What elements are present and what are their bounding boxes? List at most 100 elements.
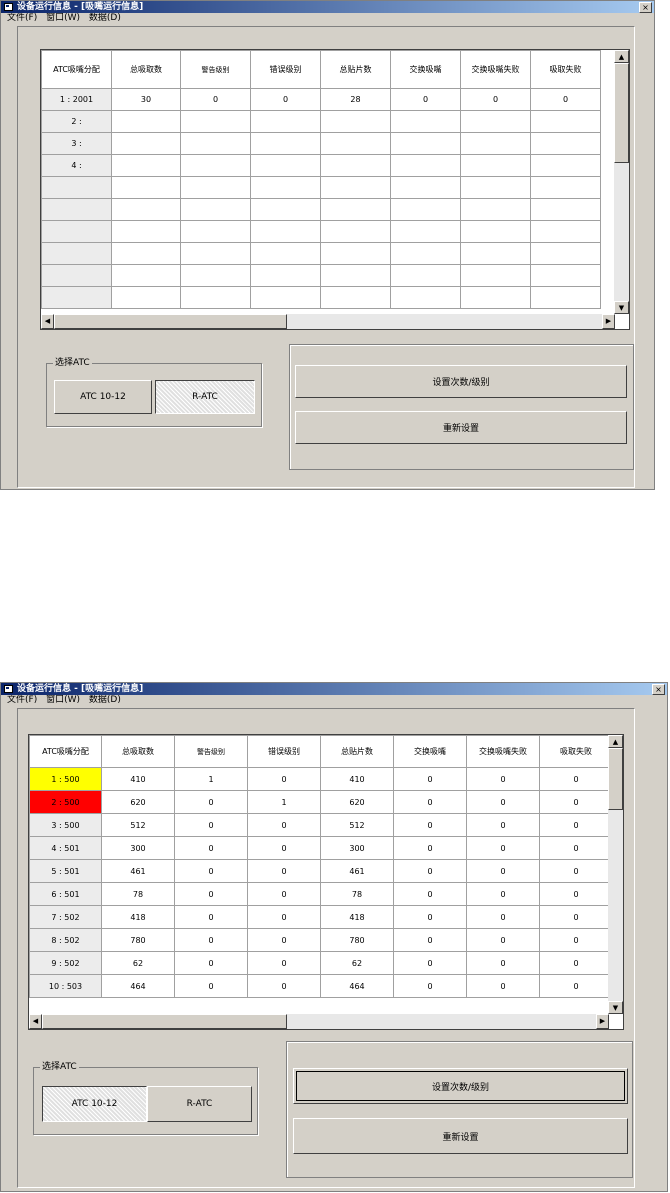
set-count-level-button[interactable]: 设置次数/级别 bbox=[293, 1068, 628, 1104]
table-cell[interactable]: 0 bbox=[247, 767, 321, 791]
nozzle-grid[interactable]: ATC吸嘴分配 总吸取数 警告级别 错误级别 总贴片数 交换吸嘴 交换吸嘴失败 吸取失败 1 :… bbox=[28, 734, 624, 1030]
table-cell[interactable]: 28 bbox=[320, 88, 391, 111]
row-header-cell[interactable] bbox=[41, 286, 112, 309]
menu-data[interactable]: 数据(D) bbox=[89, 695, 121, 705]
nozzle-grid[interactable]: ATC吸嘴分配 总吸取数 警告级别 错误级别 总贴片数 交换吸嘴 交换吸嘴失败 吸取失败 1 :… bbox=[40, 49, 630, 330]
table-cell[interactable] bbox=[460, 264, 531, 287]
table-cell[interactable]: 464 bbox=[320, 974, 394, 998]
table-cell[interactable] bbox=[250, 220, 321, 243]
horizontal-scrollbar[interactable]: ◀ ▶ bbox=[41, 314, 615, 329]
table-cell[interactable] bbox=[460, 242, 531, 265]
table-cell[interactable]: 0 bbox=[393, 905, 467, 929]
table-cell[interactable]: 0 bbox=[466, 905, 540, 929]
table-cell[interactable] bbox=[111, 176, 181, 199]
table-cell[interactable] bbox=[530, 286, 601, 309]
table-cell[interactable]: 0 bbox=[539, 813, 613, 837]
table-cell[interactable] bbox=[530, 220, 601, 243]
table-cell[interactable]: 62 bbox=[320, 951, 394, 975]
table-cell[interactable]: 0 bbox=[174, 859, 248, 883]
table-cell[interactable]: 0 bbox=[390, 88, 461, 111]
atc-10-12-button[interactable]: ATC 10-12 bbox=[54, 380, 152, 414]
table-cell[interactable] bbox=[390, 198, 461, 221]
scroll-right-icon[interactable]: ▶ bbox=[602, 314, 615, 329]
table-cell[interactable] bbox=[320, 264, 391, 287]
table-cell[interactable] bbox=[250, 110, 321, 133]
table-cell[interactable]: 620 bbox=[101, 790, 175, 814]
table-cell[interactable] bbox=[111, 286, 181, 309]
table-cell[interactable]: 461 bbox=[101, 859, 175, 883]
table-cell[interactable]: 0 bbox=[393, 813, 467, 837]
table-cell[interactable] bbox=[390, 154, 461, 177]
table-cell[interactable] bbox=[250, 242, 321, 265]
table-cell[interactable] bbox=[180, 242, 251, 265]
table-cell[interactable]: 512 bbox=[320, 813, 394, 837]
close-icon[interactable]: × bbox=[652, 684, 665, 695]
scroll-down-icon[interactable]: ▼ bbox=[608, 1001, 623, 1014]
row-header-cell[interactable]: 1 : 500 bbox=[29, 767, 102, 791]
scroll-thumb[interactable] bbox=[614, 63, 629, 163]
table-row[interactable] bbox=[41, 220, 601, 243]
table-row[interactable] bbox=[41, 286, 601, 309]
row-header-cell[interactable]: 5 : 501 bbox=[29, 859, 102, 883]
table-cell[interactable]: 0 bbox=[247, 928, 321, 952]
table-row[interactable]: 1 : 500 410 1 0 410 0 0 0 bbox=[29, 767, 613, 791]
table-cell[interactable] bbox=[390, 286, 461, 309]
column-header[interactable]: ATC吸嘴分配 bbox=[29, 735, 102, 768]
table-cell[interactable]: 0 bbox=[174, 974, 248, 998]
table-cell[interactable]: 0 bbox=[393, 859, 467, 883]
scroll-left-icon[interactable]: ◀ bbox=[29, 1014, 42, 1029]
table-cell[interactable]: 0 bbox=[466, 951, 540, 975]
table-row[interactable]: 3 : 500 512 0 0 512 0 0 0 bbox=[29, 813, 613, 837]
table-row[interactable]: 4 : 501 300 0 0 300 0 0 0 bbox=[29, 836, 613, 860]
title-bar[interactable]: 设备运行信息 - [吸嘴运行信息] × bbox=[1, 1, 654, 13]
table-row[interactable] bbox=[41, 242, 601, 265]
table-cell[interactable] bbox=[390, 242, 461, 265]
table-cell[interactable]: 0 bbox=[466, 813, 540, 837]
table-cell[interactable] bbox=[320, 286, 391, 309]
vertical-scrollbar[interactable]: ▲ ▼ bbox=[608, 735, 623, 1014]
table-cell[interactable]: 0 bbox=[460, 88, 531, 111]
row-header-cell[interactable]: 6 : 501 bbox=[29, 882, 102, 906]
table-cell[interactable] bbox=[390, 220, 461, 243]
table-cell[interactable] bbox=[530, 242, 601, 265]
row-header-cell[interactable]: 2 : 500 bbox=[29, 790, 102, 814]
menu-data[interactable]: 数据(D) bbox=[89, 13, 121, 23]
table-cell[interactable]: 0 bbox=[539, 790, 613, 814]
table-cell[interactable]: 0 bbox=[539, 859, 613, 883]
table-cell[interactable]: 0 bbox=[393, 974, 467, 998]
table-cell[interactable]: 300 bbox=[101, 836, 175, 860]
table-cell[interactable]: 0 bbox=[247, 951, 321, 975]
table-cell[interactable]: 0 bbox=[466, 836, 540, 860]
column-header[interactable]: 吸取失败 bbox=[530, 50, 601, 89]
table-cell[interactable] bbox=[530, 198, 601, 221]
table-cell[interactable] bbox=[111, 242, 181, 265]
table-cell[interactable] bbox=[320, 242, 391, 265]
table-row[interactable]: 8 : 502 780 0 0 780 0 0 0 bbox=[29, 928, 613, 952]
table-cell[interactable]: 62 bbox=[101, 951, 175, 975]
table-cell[interactable]: 0 bbox=[393, 882, 467, 906]
row-header-cell[interactable]: 7 : 502 bbox=[29, 905, 102, 929]
column-header[interactable]: 交换吸嘴 bbox=[390, 50, 461, 89]
table-cell[interactable] bbox=[530, 176, 601, 199]
table-row[interactable]: 7 : 502 418 0 0 418 0 0 0 bbox=[29, 905, 613, 929]
table-cell[interactable]: 410 bbox=[320, 767, 394, 791]
column-header[interactable]: 总贴片数 bbox=[320, 50, 391, 89]
table-cell[interactable] bbox=[530, 264, 601, 287]
table-cell[interactable]: 461 bbox=[320, 859, 394, 883]
row-header-cell[interactable]: 8 : 502 bbox=[29, 928, 102, 952]
table-cell[interactable]: 0 bbox=[393, 836, 467, 860]
row-header-cell[interactable]: 3 : bbox=[41, 132, 112, 155]
table-row[interactable] bbox=[41, 198, 601, 221]
reset-button[interactable]: 重新设置 bbox=[295, 411, 627, 444]
table-cell[interactable] bbox=[390, 132, 461, 155]
table-cell[interactable]: 0 bbox=[393, 767, 467, 791]
table-cell[interactable] bbox=[180, 132, 251, 155]
table-cell[interactable] bbox=[250, 264, 321, 287]
table-cell[interactable]: 0 bbox=[539, 905, 613, 929]
table-cell[interactable] bbox=[530, 132, 601, 155]
scroll-up-icon[interactable]: ▲ bbox=[614, 50, 629, 63]
table-cell[interactable]: 0 bbox=[466, 974, 540, 998]
table-cell[interactable] bbox=[111, 154, 181, 177]
table-cell[interactable]: 512 bbox=[101, 813, 175, 837]
table-cell[interactable]: 0 bbox=[466, 928, 540, 952]
